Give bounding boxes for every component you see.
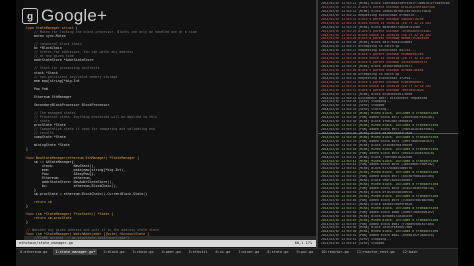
svg-text:g: g (27, 12, 33, 23)
tmux-window-tab[interactable]: 6:ui.go (214, 249, 233, 255)
status-position: 60,1 17% (294, 241, 312, 245)
left-letterbox (0, 0, 16, 266)
tmux-window-tab[interactable]: 1:state_manager.go* (53, 249, 98, 255)
tmux-window-tab[interactable]: 4:peer.go (160, 249, 183, 255)
google-plus-logo-icon: g (22, 8, 38, 24)
editor-gutter (16, 0, 24, 248)
tmux-window-tab[interactable]: 2:block.go (101, 249, 126, 255)
tmux-window-tab[interactable]: 0:ethereum.go (18, 249, 49, 255)
tmux-window-tab[interactable]: 12:bash (401, 249, 420, 255)
vim-editor-pane[interactable]: type StateManager struct { // Mutex for … (16, 0, 316, 248)
log-output-pane[interactable]: 2014/03/07 22:03:21 [MINE] Block 3389466… (318, 0, 458, 248)
right-letterbox (458, 0, 474, 266)
tmux-window-tab[interactable]: 7:miner.go (236, 249, 261, 255)
log-lines: 2014/03/07 22:03:21 [MINE] Block 3389466… (321, 2, 458, 246)
tmux-window-tab[interactable]: 10:reactor.go (319, 249, 350, 255)
code-buffer[interactable]: type StateManager struct { // Mutex for … (26, 26, 314, 245)
vim-status-line: ethchain/state_manager.go 60,1 17% (16, 240, 316, 247)
tmux-window-tab[interactable]: 5:ethutil (187, 249, 210, 255)
google-plus-watermark: g Google+ (22, 6, 107, 26)
status-filename: ethchain/state_manager.go (19, 241, 74, 245)
tmux-window-tab[interactable]: 11:reactor_test.go (355, 249, 397, 255)
watermark-text: Google+ (41, 6, 108, 25)
tmux-window-bar: 0:ethereum.go 1:state_manager.go* 2:block.… (16, 248, 458, 266)
tmux-window-tab[interactable]: 9:gui.go (294, 249, 315, 255)
log-line: 2014/03/07 22:03:52 [SERV] Stopped (321, 242, 385, 246)
terminal-screen: type StateManager struct { // Mutex for … (16, 0, 458, 266)
tmux-window-tab[interactable]: 3:chain.go (131, 249, 156, 255)
tmux-window-tab[interactable]: 8:state.go (265, 249, 290, 255)
